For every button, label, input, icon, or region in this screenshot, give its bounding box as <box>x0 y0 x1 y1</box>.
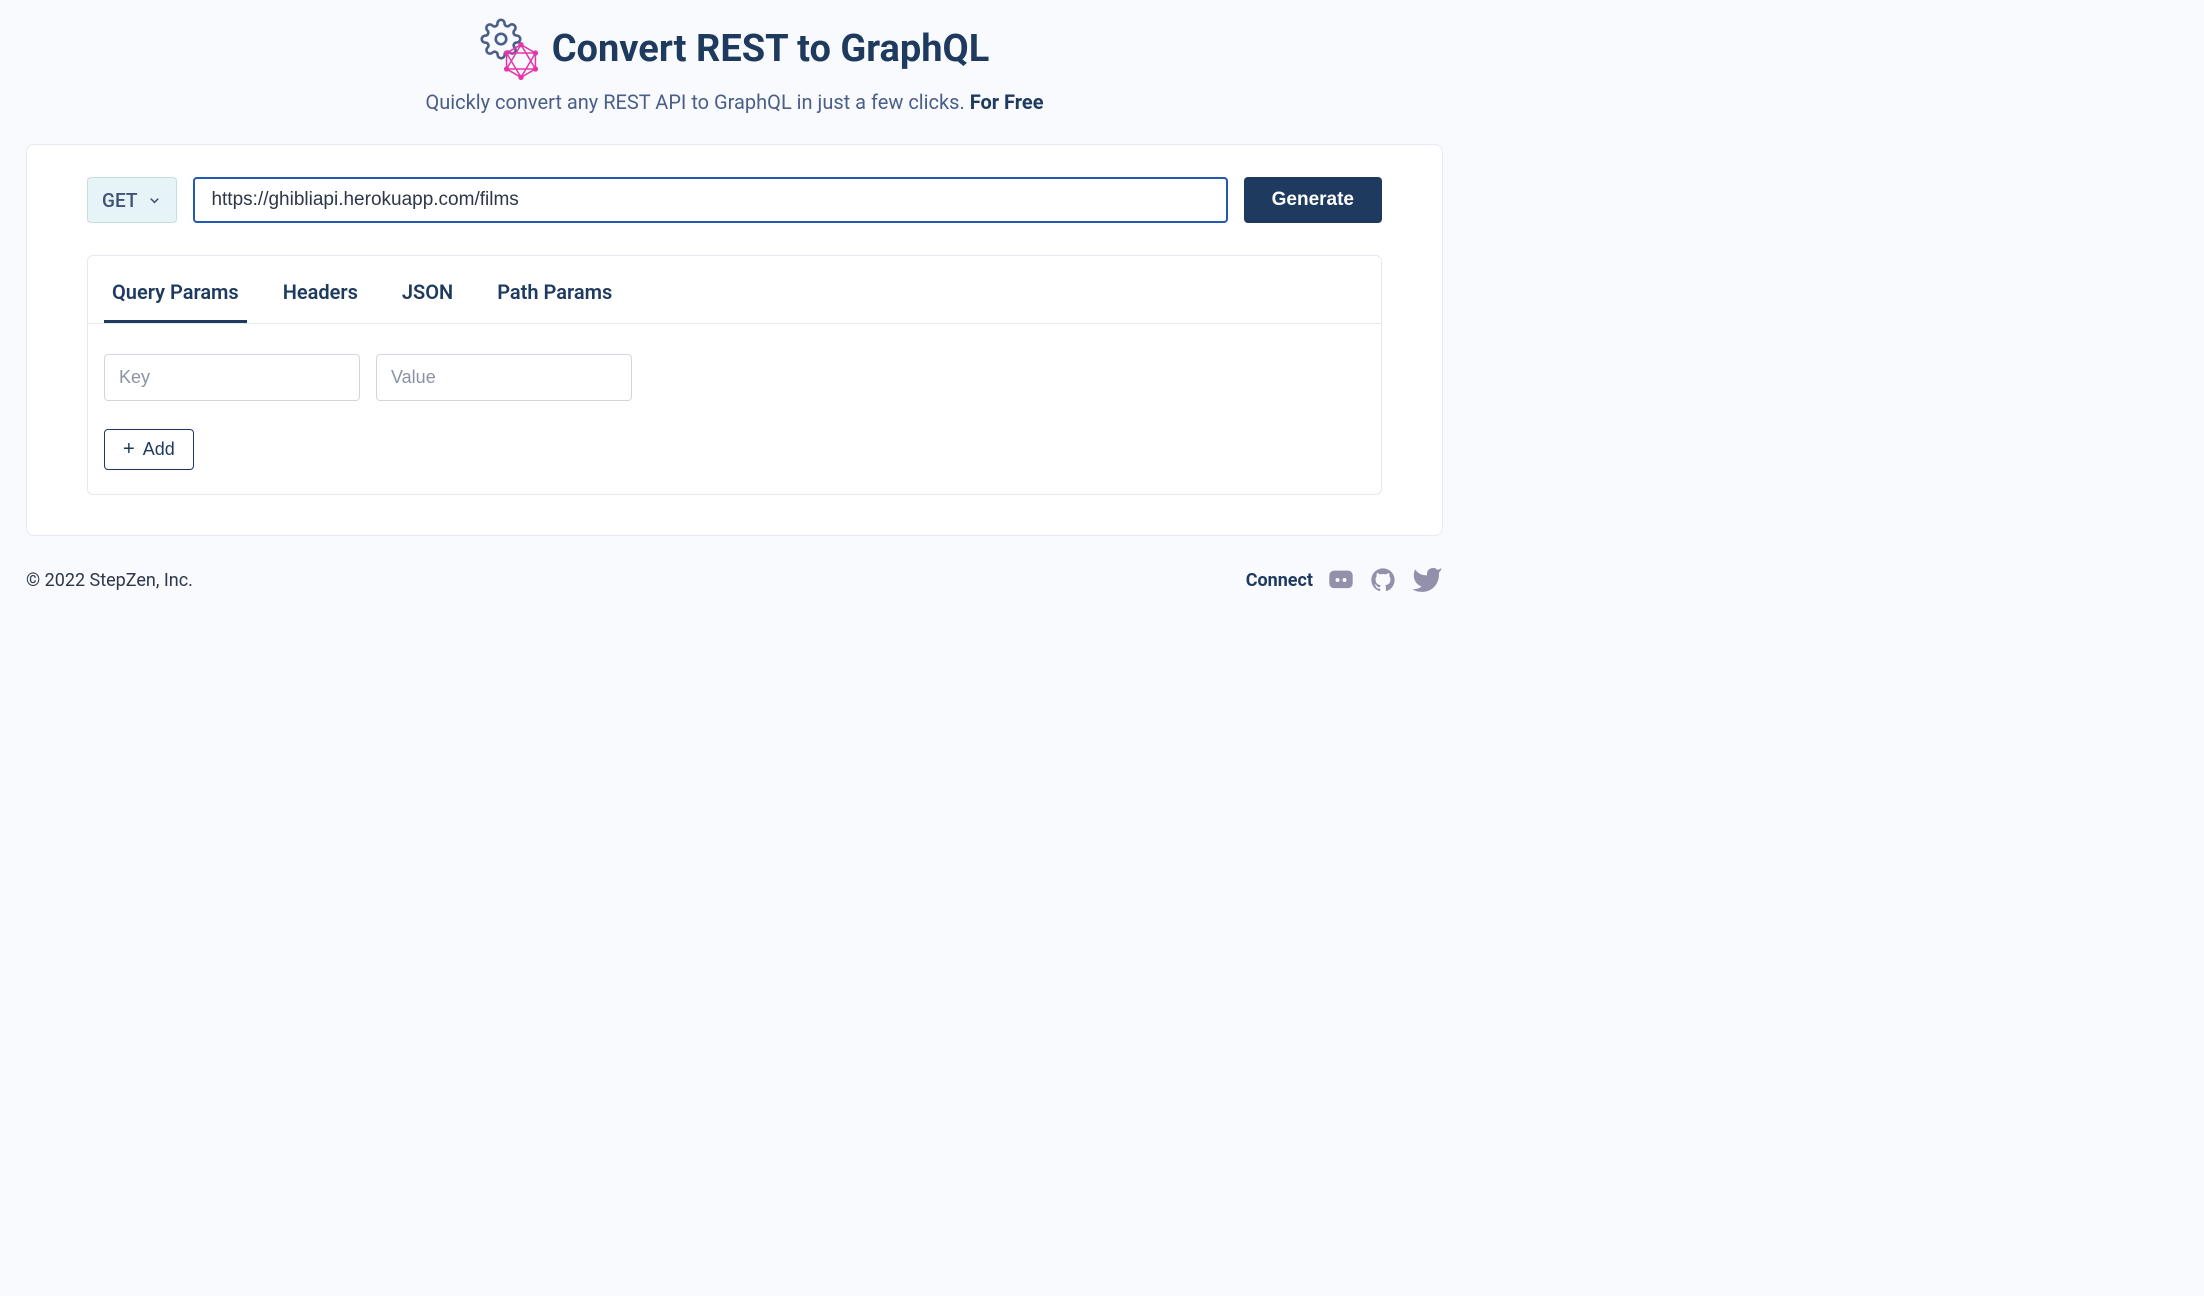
tab-path-params[interactable]: Path Params <box>489 256 620 323</box>
add-label: Add <box>143 439 175 460</box>
url-input[interactable] <box>193 177 1227 223</box>
graphql-icon <box>502 42 540 80</box>
subtitle-text: Quickly convert any REST API to GraphQL … <box>425 90 969 114</box>
github-icon[interactable] <box>1369 566 1397 594</box>
main-card: GET Generate Query Params Headers JSON P… <box>26 144 1443 536</box>
page-title: Convert REST to GraphQL <box>552 27 990 71</box>
tabs: Query Params Headers JSON Path Params <box>88 256 1381 324</box>
param-key-input[interactable] <box>104 354 360 401</box>
request-row: GET Generate <box>87 177 1382 223</box>
discord-icon[interactable] <box>1327 566 1355 594</box>
params-body: + Add <box>88 324 1381 494</box>
tab-json[interactable]: JSON <box>394 256 461 323</box>
generate-button[interactable]: Generate <box>1244 177 1382 223</box>
plus-icon: + <box>123 438 135 461</box>
connect-label: Connect <box>1246 570 1313 591</box>
subtitle: Quickly convert any REST API to GraphQL … <box>0 90 1469 114</box>
connect-row: Connect <box>1246 564 1443 596</box>
param-value-input[interactable] <box>376 354 632 401</box>
subtitle-emphasis: For Free <box>970 90 1044 114</box>
method-select[interactable]: GET <box>87 177 177 223</box>
footer: © 2022 StepZen, Inc. Connect <box>0 536 1469 596</box>
logo <box>480 20 538 78</box>
add-param-button[interactable]: + Add <box>104 429 194 470</box>
chevron-down-icon <box>147 193 162 208</box>
tab-headers[interactable]: Headers <box>275 256 366 323</box>
params-card: Query Params Headers JSON Path Params + … <box>87 255 1382 495</box>
copyright: © 2022 StepZen, Inc. <box>26 570 193 591</box>
method-label: GET <box>102 189 137 212</box>
param-row <box>104 354 1365 401</box>
twitter-icon[interactable] <box>1411 564 1443 596</box>
tab-query-params[interactable]: Query Params <box>104 256 247 323</box>
